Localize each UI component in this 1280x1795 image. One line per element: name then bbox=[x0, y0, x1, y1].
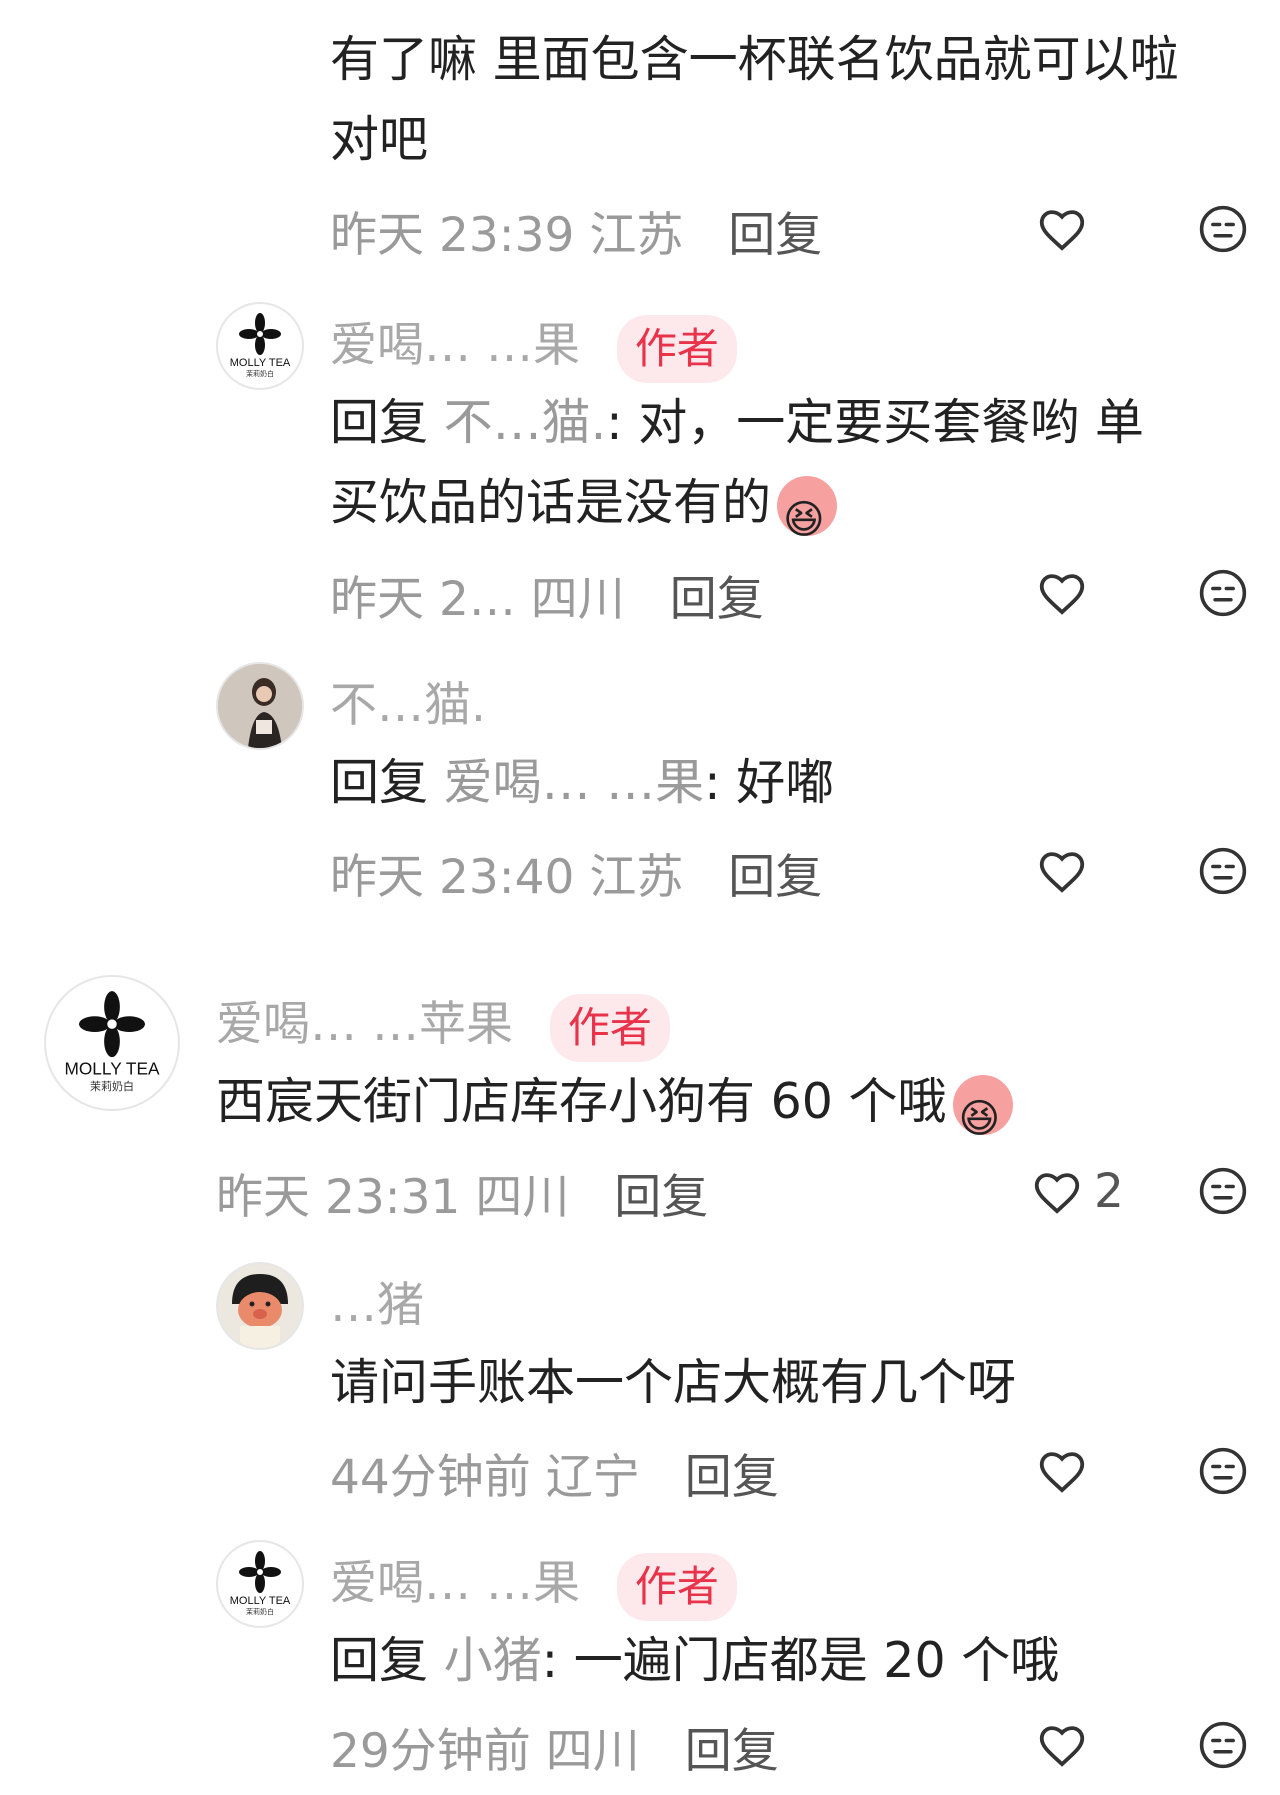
author-badge: 作者 bbox=[549, 993, 670, 1062]
molly-tea-logo-icon: MOLLY TEA 茉莉奶白 bbox=[230, 1551, 291, 1616]
neutral-face-icon bbox=[1199, 1721, 1247, 1769]
dislike-button[interactable] bbox=[1196, 566, 1250, 624]
neutral-face-icon bbox=[1199, 205, 1247, 253]
comment-time: 昨天 23:39 bbox=[330, 208, 575, 263]
heart-outline-icon bbox=[1034, 1172, 1080, 1214]
neutral-face-icon bbox=[1199, 847, 1247, 895]
svg-text:MOLLY TEA: MOLLY TEA bbox=[64, 1058, 159, 1078]
username[interactable]: 爱喝… …果 bbox=[330, 318, 580, 373]
like-button[interactable]: 2 bbox=[1030, 1164, 1124, 1219]
comment-1-text: 有了嘛 里面包含一杯联名饮品就可以啦 对吧 bbox=[330, 31, 1179, 168]
reply-target-name[interactable]: 不…猫. bbox=[444, 394, 607, 451]
comment-location: 江苏 bbox=[589, 850, 684, 905]
reply-prefix: 回复 bbox=[330, 394, 429, 451]
svg-text:MOLLY TEA: MOLLY TEA bbox=[230, 1595, 291, 1607]
like-button[interactable] bbox=[1035, 202, 1089, 260]
dislike-button[interactable] bbox=[1196, 1718, 1250, 1776]
heart-outline-icon bbox=[1039, 852, 1085, 893]
avatar-user-photo[interactable] bbox=[216, 662, 304, 750]
dislike-button[interactable] bbox=[1196, 1444, 1250, 1502]
like-count: 2 bbox=[1094, 1164, 1124, 1219]
comment-6-text: 回复 小猪: 一遍门店都是 20 个哦 bbox=[330, 1632, 1060, 1689]
username[interactable]: 爱喝… …果 bbox=[330, 1556, 580, 1611]
dislike-button[interactable] bbox=[1196, 844, 1250, 902]
comment-time: 44分钟前 bbox=[330, 1450, 531, 1505]
neutral-face-icon bbox=[1199, 1167, 1247, 1215]
comment-location: 江苏 bbox=[589, 208, 684, 263]
reply-prefix: 回复 bbox=[330, 754, 429, 811]
laughing-emoji-icon bbox=[952, 1074, 1013, 1159]
comment-location: 四川 bbox=[530, 572, 625, 627]
comment-2-meta: 昨天 2… 四川 回复 bbox=[330, 560, 764, 629]
dislike-button[interactable] bbox=[1196, 1164, 1250, 1222]
user-photo-icon bbox=[218, 664, 302, 748]
heart-outline-icon bbox=[1039, 210, 1085, 251]
avatar-molly-tea[interactable]: MOLLY TEA 茉莉奶白 bbox=[216, 302, 304, 390]
comment-3-text: 回复 爱喝… …果: 好嘟 bbox=[330, 754, 835, 811]
comment-1-meta: 昨天 23:39 江苏 回复 bbox=[330, 196, 822, 265]
neutral-face-icon bbox=[1199, 1447, 1247, 1495]
comment-location: 四川 bbox=[545, 1724, 640, 1779]
reply-target-name[interactable]: 爱喝… …果 bbox=[444, 754, 705, 811]
reply-target-name[interactable]: 小猪 bbox=[444, 1632, 542, 1689]
heart-outline-icon bbox=[1039, 574, 1085, 615]
comment-4-author: 爱喝… …苹果 作者 bbox=[216, 985, 670, 1062]
comment-6-author: 爱喝… …果 作者 bbox=[330, 1544, 737, 1621]
comment-time: 昨天 2… bbox=[330, 572, 516, 627]
molly-tea-logo-icon: MOLLY TEA 茉莉奶白 bbox=[64, 991, 160, 1093]
reply-prefix: 回复 bbox=[330, 1632, 429, 1689]
comment-5-author[interactable]: …猪 bbox=[330, 1266, 424, 1335]
pig-character-icon bbox=[218, 1264, 302, 1348]
comment-location: 四川 bbox=[475, 1170, 570, 1225]
dislike-button[interactable] bbox=[1196, 202, 1250, 260]
svg-text:茉莉奶白: 茉莉奶白 bbox=[246, 369, 274, 378]
comment-4-meta: 昨天 23:31 四川 回复 bbox=[216, 1158, 708, 1227]
comment-time: 昨天 23:40 bbox=[330, 850, 575, 905]
comment-5-text: 请问手账本一个店大概有几个呀 bbox=[330, 1354, 1017, 1411]
avatar-molly-tea[interactable]: MOLLY TEA 茉莉奶白 bbox=[216, 1540, 304, 1628]
comment-3-meta: 昨天 23:40 江苏 回复 bbox=[330, 838, 822, 907]
comment-4-text: 西宸天街门店库存小狗有 60 个哦 bbox=[216, 1062, 1256, 1159]
comment-2-author: 爱喝… …果 作者 bbox=[330, 306, 737, 383]
comment-3-author[interactable]: 不…猫. bbox=[330, 666, 486, 735]
reply-button[interactable]: 回复 bbox=[728, 850, 822, 905]
reply-button[interactable]: 回复 bbox=[685, 1724, 779, 1779]
svg-text:MOLLY TEA: MOLLY TEA bbox=[230, 357, 291, 369]
molly-tea-logo-icon: MOLLY TEA 茉莉奶白 bbox=[230, 313, 291, 378]
like-button[interactable] bbox=[1035, 566, 1089, 624]
svg-text:茉莉奶白: 茉莉奶白 bbox=[246, 1607, 274, 1616]
like-button[interactable] bbox=[1035, 1718, 1089, 1776]
heart-outline-icon bbox=[1039, 1726, 1085, 1767]
author-badge: 作者 bbox=[616, 1552, 737, 1621]
reply-button[interactable]: 回复 bbox=[670, 572, 764, 627]
svg-text:茉莉奶白: 茉莉奶白 bbox=[90, 1079, 134, 1093]
like-button[interactable] bbox=[1035, 844, 1089, 902]
comment-2-text: 回复 不…猫.: 对，一定要买套餐哟 单 买饮品的话是没有的 bbox=[330, 383, 1260, 560]
username[interactable]: 爱喝… …苹果 bbox=[216, 997, 513, 1052]
comment-6-meta: 29分钟前 四川 回复 bbox=[330, 1712, 779, 1781]
like-button[interactable] bbox=[1035, 1444, 1089, 1502]
avatar-pig-character[interactable] bbox=[216, 1262, 304, 1350]
heart-outline-icon bbox=[1039, 1452, 1085, 1493]
reply-button[interactable]: 回复 bbox=[614, 1170, 708, 1225]
comment-5-meta: 44分钟前 辽宁 回复 bbox=[330, 1438, 779, 1507]
comment-time: 29分钟前 bbox=[330, 1724, 531, 1779]
reply-button[interactable]: 回复 bbox=[685, 1450, 779, 1505]
comment-time: 昨天 23:31 bbox=[216, 1170, 461, 1225]
author-badge: 作者 bbox=[616, 314, 737, 383]
laughing-emoji-icon bbox=[777, 475, 838, 560]
avatar-molly-tea[interactable]: MOLLY TEA 茉莉奶白 bbox=[44, 975, 180, 1111]
comment-location: 辽宁 bbox=[545, 1450, 640, 1505]
neutral-face-icon bbox=[1199, 569, 1247, 617]
reply-button[interactable]: 回复 bbox=[728, 208, 822, 263]
